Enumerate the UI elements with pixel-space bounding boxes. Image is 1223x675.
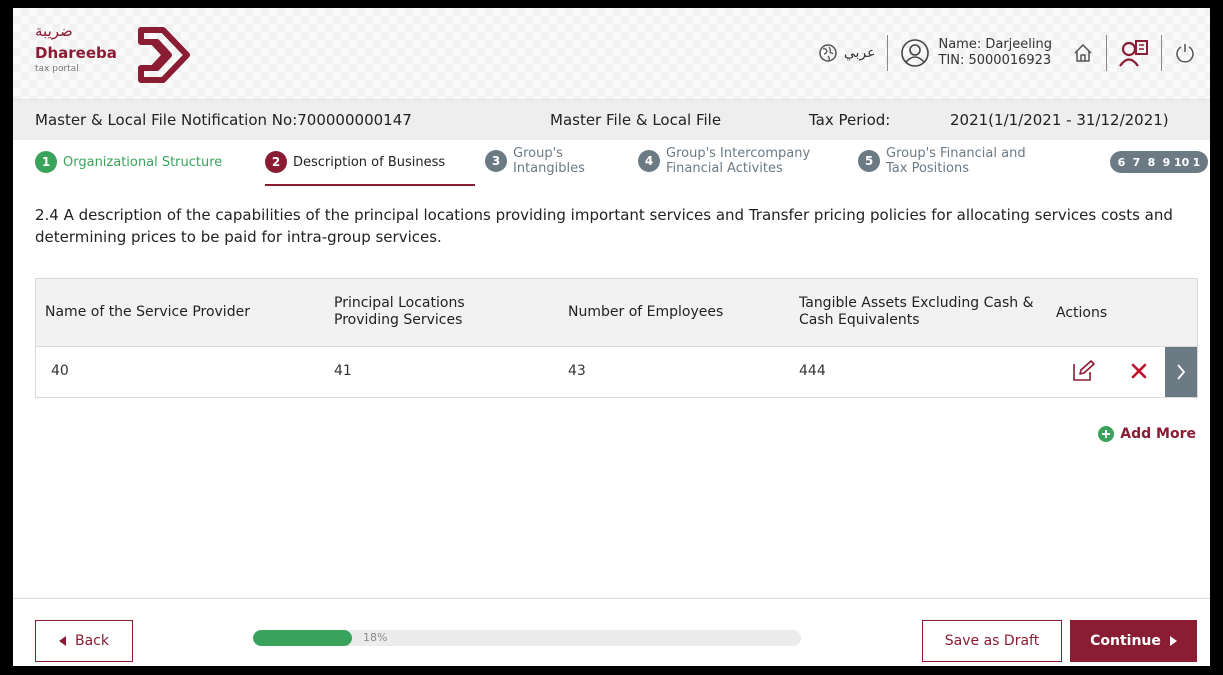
user-details: Name: Darjeeling TIN: 5000016923 xyxy=(938,37,1052,69)
step-organizational-structure[interactable]: 1 Organizational Structure xyxy=(35,151,222,173)
step-number: 5 xyxy=(858,150,880,172)
logo-mark-icon xyxy=(138,27,190,83)
power-icon[interactable] xyxy=(1174,42,1196,64)
save-as-draft-label: Save as Draft xyxy=(944,633,1040,649)
step-label: Group's Intangibles xyxy=(513,146,585,176)
cell-tangible-assets: 444 xyxy=(799,363,826,379)
header-principal-locations: Principal Locations Providing Services xyxy=(334,295,465,328)
step-number: 1 xyxy=(1192,155,1201,169)
language-label: عربي xyxy=(843,45,876,61)
cell-principal-locations: 41 xyxy=(334,363,352,379)
user-info[interactable]: Name: Darjeeling TIN: 5000016923 xyxy=(900,37,1052,69)
switch-account-icon[interactable] xyxy=(1119,38,1149,68)
header-number-employees: Number of Employees xyxy=(568,304,724,320)
top-header: ضريبة Dhareeba tax portal عربي Name: Dar… xyxy=(13,8,1210,100)
cell-service-provider: 40 xyxy=(51,363,69,379)
step-number: 1 xyxy=(35,151,57,173)
header-divider xyxy=(1106,35,1107,71)
globe-icon xyxy=(819,44,837,62)
header-service-provider: Name of the Service Provider xyxy=(45,304,250,320)
table-row: 40 41 43 444 xyxy=(36,347,1197,397)
home-icon[interactable] xyxy=(1072,42,1094,64)
file-type: Master File & Local File xyxy=(550,111,722,129)
notification-info-bar: Master & Local File Notification No:7000… xyxy=(13,100,1210,140)
add-more-label: Add More xyxy=(1120,426,1196,442)
back-button[interactable]: Back xyxy=(35,620,133,662)
step-number: 2 xyxy=(265,151,287,173)
wizard-stepper: 1 Organizational Structure 2 Description… xyxy=(13,142,1210,192)
step-number: 10 xyxy=(1174,155,1190,169)
footer-bar: Back 18% Save as Draft Continue xyxy=(13,598,1210,666)
user-tin: TIN: 5000016923 xyxy=(938,53,1052,68)
delete-icon[interactable] xyxy=(1128,360,1150,382)
progress-bar xyxy=(253,630,801,646)
chevron-right-icon xyxy=(1177,364,1186,380)
step-number: 3 xyxy=(485,150,507,172)
step-number: 6 xyxy=(1117,155,1126,169)
continue-label: Continue xyxy=(1090,633,1161,649)
step-label: Group's Intercompany Financial Activites xyxy=(666,146,811,176)
add-more-button[interactable]: Add More xyxy=(1098,426,1196,442)
active-step-underline xyxy=(265,184,475,186)
step-groups-intercompany[interactable]: 4 Group's Intercompany Financial Activite… xyxy=(638,146,810,176)
step-description-of-business[interactable]: 2 Description of Business xyxy=(265,151,445,173)
progress-fill xyxy=(253,630,352,646)
progress-label: 18% xyxy=(363,631,388,644)
row-expand-button[interactable] xyxy=(1165,347,1197,397)
notification-number: Master & Local File Notification No:7000… xyxy=(35,111,412,129)
logo-arabic-text: ضريبة xyxy=(35,22,73,40)
language-switch[interactable]: عربي xyxy=(818,43,876,63)
user-icon xyxy=(901,39,930,67)
logo-name: Dhareeba xyxy=(35,44,117,62)
step-number: 7 xyxy=(1132,155,1141,169)
edit-icon[interactable] xyxy=(1071,359,1095,383)
services-table: Name of the Service Provider Principal L… xyxy=(35,278,1198,398)
triangle-right-icon xyxy=(1169,636,1177,646)
header-divider xyxy=(887,35,889,71)
more-steps-indicator[interactable]: 6 7 8 9 10 1 xyxy=(1110,151,1208,173)
app-window: ضريبة Dhareeba tax portal عربي Name: Dar… xyxy=(13,8,1210,666)
header-actions: عربي Name: Darjeeling TIN: 5000016923 xyxy=(818,30,1196,76)
header-actions: Actions xyxy=(1056,305,1108,321)
section-description: 2.4 A description of the capabilities of… xyxy=(35,206,1173,246)
step-number: 8 xyxy=(1147,155,1156,169)
save-as-draft-button[interactable]: Save as Draft xyxy=(922,620,1062,662)
tax-period-value: 2021(1/1/2021 - 31/12/2021) xyxy=(950,111,1169,129)
dhareeba-logo[interactable]: ضريبة Dhareeba tax portal xyxy=(35,22,195,83)
step-number: 9 xyxy=(1162,155,1171,169)
user-name: Name: Darjeeling xyxy=(938,37,1052,52)
tax-period-label: Tax Period: xyxy=(809,111,891,129)
table-header: Name of the Service Provider Principal L… xyxy=(36,279,1197,347)
step-groups-financial[interactable]: 5 Group's Financial and Tax Positions xyxy=(858,146,1026,176)
triangle-left-icon xyxy=(59,636,66,646)
step-groups-intangibles[interactable]: 3 Group's Intangibles xyxy=(485,146,585,176)
step-label: Group's Financial and Tax Positions xyxy=(886,146,1026,176)
logo-subtitle: tax portal xyxy=(35,64,79,74)
step-label: Organizational Structure xyxy=(63,154,223,170)
continue-button[interactable]: Continue xyxy=(1070,620,1197,662)
back-label: Back xyxy=(75,633,109,649)
header-tangible-assets: Tangible Assets Excluding Cash & Cash Equ… xyxy=(799,295,1034,328)
step-number: 4 xyxy=(638,150,660,172)
cell-number-employees: 43 xyxy=(568,363,586,379)
step-label: Description of Business xyxy=(293,154,446,170)
plus-circle-icon xyxy=(1098,426,1115,442)
header-divider xyxy=(1161,35,1162,71)
